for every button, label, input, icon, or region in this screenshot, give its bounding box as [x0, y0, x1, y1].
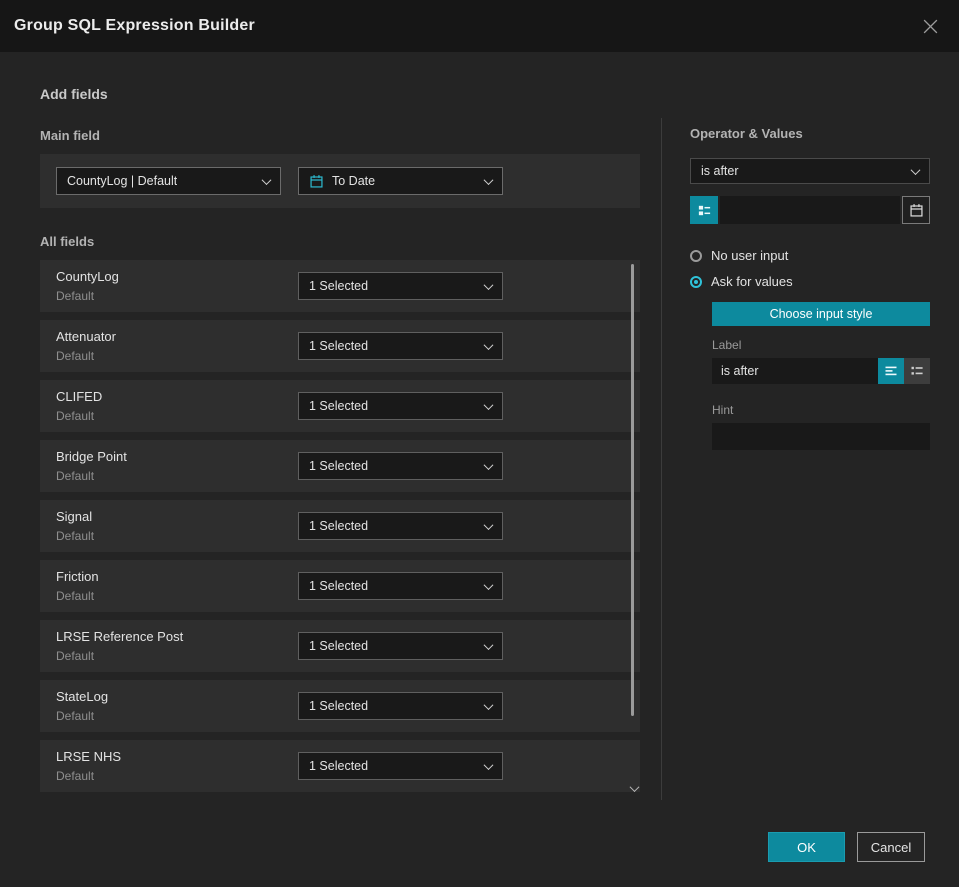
date-picker-button[interactable]: [902, 196, 930, 224]
value-input[interactable]: [720, 196, 900, 224]
label-input[interactable]: [712, 358, 878, 384]
radio-ask-for-values-label: Ask for values: [711, 274, 793, 289]
field-row: CountyLog Default 1 Selected: [40, 260, 640, 312]
chevron-down-icon: [483, 519, 494, 530]
field-selection-dropdown[interactable]: 1 Selected: [298, 512, 503, 540]
field-selection-dropdown[interactable]: 1 Selected: [298, 332, 503, 360]
field-selection-dropdown-value: 1 Selected: [309, 699, 369, 713]
field-selection-dropdown[interactable]: 1 Selected: [298, 272, 503, 300]
choose-input-style-button[interactable]: Choose input style: [712, 302, 930, 326]
chevron-down-icon: [483, 459, 494, 470]
field-row: LRSE NHS Default 1 Selected: [40, 740, 640, 792]
field-selection-dropdown-value: 1 Selected: [309, 759, 369, 773]
field-selection-dropdown-value: 1 Selected: [309, 399, 369, 413]
date-part-dropdown-value: To Date: [332, 174, 376, 188]
field-row: Attenuator Default 1 Selected: [40, 320, 640, 372]
field-selection-dropdown-value: 1 Selected: [309, 639, 369, 653]
label-caption: Label: [712, 338, 742, 352]
field-row: Signal Default 1 Selected: [40, 500, 640, 552]
field-selection-dropdown-value: 1 Selected: [309, 279, 369, 293]
chevron-down-icon: [483, 339, 494, 350]
radio-on-icon: [690, 275, 702, 288]
value-input-row: [690, 196, 930, 224]
vertical-divider: [661, 118, 662, 800]
close-button[interactable]: [919, 15, 941, 37]
radio-no-user-input-label: No user input: [711, 248, 789, 263]
main-field-dropdown-value: CountyLog | Default: [67, 174, 178, 188]
main-field-dropdown[interactable]: CountyLog | Default: [56, 167, 281, 195]
field-selection-dropdown-value: 1 Selected: [309, 519, 369, 533]
field-selection-dropdown-value: 1 Selected: [309, 339, 369, 353]
value-list-button[interactable]: [690, 196, 718, 224]
scrollbar-down-arrow[interactable]: [627, 782, 641, 799]
ok-button[interactable]: OK: [768, 832, 845, 862]
field-row: StateLog Default 1 Selected: [40, 680, 640, 732]
date-part-dropdown[interactable]: To Date: [298, 167, 503, 195]
field-selection-dropdown[interactable]: 1 Selected: [298, 632, 503, 660]
field-selection-dropdown[interactable]: 1 Selected: [298, 572, 503, 600]
field-row: CLIFED Default 1 Selected: [40, 380, 640, 432]
field-selection-dropdown[interactable]: 1 Selected: [298, 392, 503, 420]
field-selection-dropdown[interactable]: 1 Selected: [298, 692, 503, 720]
all-fields-list: CountyLog Default 1 Selected Attenuator …: [40, 260, 640, 800]
list-style-icon: [911, 366, 923, 375]
field-selection-dropdown-value: 1 Selected: [309, 459, 369, 473]
list-style-button[interactable]: [904, 358, 930, 384]
chevron-down-icon: [483, 174, 494, 185]
radio-off-icon: [690, 249, 702, 262]
dialog-header: Group SQL Expression Builder: [0, 0, 959, 52]
hint-input[interactable]: [712, 423, 930, 450]
align-left-icon: [885, 366, 897, 376]
field-selection-dropdown[interactable]: 1 Selected: [298, 452, 503, 480]
chevron-down-icon: [483, 759, 494, 770]
add-fields-heading: Add fields: [40, 86, 108, 102]
ask-for-values-options: Choose input style Label is after Hint: [712, 302, 930, 450]
operator-values-panel: Operator & Values is after No user input…: [690, 126, 930, 450]
operator-values-heading: Operator & Values: [690, 126, 803, 141]
calendar-icon: [909, 203, 923, 217]
close-icon: [923, 19, 937, 33]
field-selection-dropdown[interactable]: 1 Selected: [298, 752, 503, 780]
value-list-icon: [698, 205, 710, 215]
main-field-heading: Main field: [40, 128, 100, 143]
chevron-down-icon: [483, 639, 494, 650]
chevron-down-icon: [483, 579, 494, 590]
all-fields-heading: All fields: [40, 234, 95, 249]
operator-dropdown-value: is after: [701, 164, 739, 178]
radio-ask-for-values[interactable]: Ask for values: [690, 274, 930, 289]
scrollbar-thumb[interactable]: [631, 264, 634, 716]
cancel-button[interactable]: Cancel: [857, 832, 925, 862]
dialog-footer: OK Cancel: [768, 832, 925, 862]
main-field-panel: CountyLog | Default To Date: [40, 154, 640, 208]
chevron-down-icon: [483, 279, 494, 290]
chevron-down-icon: [261, 174, 272, 185]
label-input-row: [712, 358, 930, 384]
calendar-icon: [309, 174, 324, 189]
field-row: LRSE Reference Post Default 1 Selected: [40, 620, 640, 672]
hint-caption: Hint: [712, 403, 734, 417]
radio-no-user-input[interactable]: No user input: [690, 248, 930, 263]
chevron-down-icon: [910, 164, 921, 175]
operator-dropdown[interactable]: is after: [690, 158, 930, 184]
dialog-title: Group SQL Expression Builder: [14, 17, 255, 34]
field-row: Friction Default 1 Selected: [40, 560, 640, 612]
group-sql-expression-builder-dialog: Group SQL Expression Builder Add fields …: [0, 0, 959, 887]
chevron-down-icon: [483, 699, 494, 710]
chevron-down-icon: [483, 399, 494, 410]
field-row: Bridge Point Default 1 Selected: [40, 440, 640, 492]
textbox-style-button[interactable]: [878, 358, 904, 384]
field-selection-dropdown-value: 1 Selected: [309, 579, 369, 593]
